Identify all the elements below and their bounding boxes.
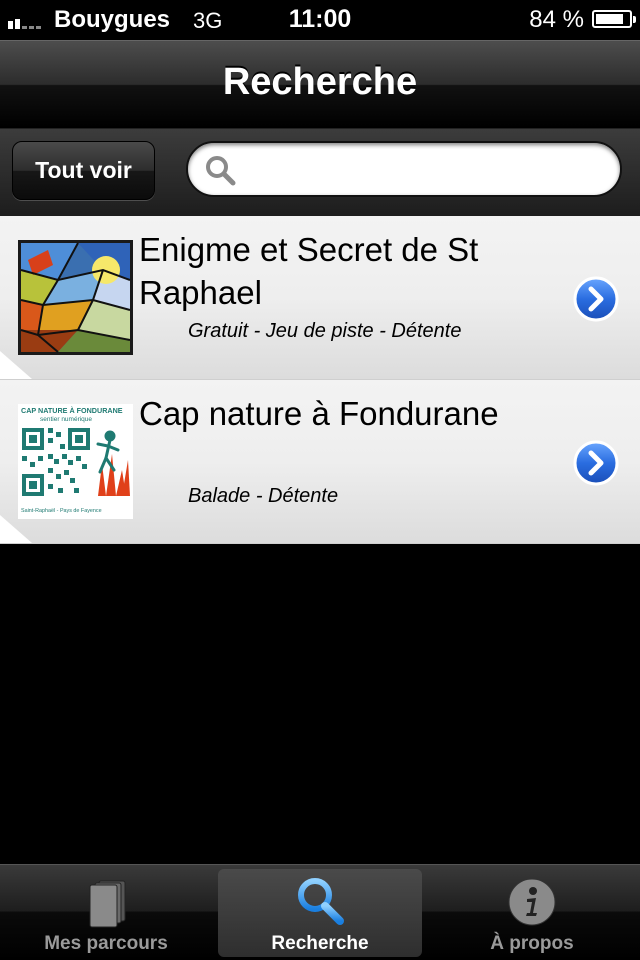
tab-label: Mes parcours [44,933,168,954]
stained-glass-thumbnail [18,240,133,355]
thumbnail-text-mid: sentier numérique [40,416,92,423]
item-title: Cap nature à Fondurane [139,395,499,432]
item-subtitle: Gratuit - Jeu de piste - Détente [188,320,462,342]
corner-fold [0,351,32,379]
info-icon [505,875,559,929]
tab-recherche[interactable]: Recherche [218,869,422,957]
chevron-right-icon[interactable] [573,440,619,486]
thumbnail-text-bottom: Saint-Raphaël - Pays de Fayence [21,508,102,514]
search-field[interactable] [186,141,622,197]
page-title: Recherche [222,61,418,103]
navigation-bar: Recherche [0,40,640,128]
list-item[interactable]: Enigme et Secret de St Raphael Gratuit -… [0,216,640,380]
search-input[interactable] [244,151,604,189]
search-icon [204,154,236,186]
results-list: Enigme et Secret de St Raphael Gratuit -… [0,216,640,544]
screen: Bouygues 3G 11:00 84 % Recherche Tout vo… [0,0,640,960]
battery-icon [592,10,636,28]
pages-icon [79,875,133,929]
thumbnail-text-top: CAP NATURE À FONDURANE [21,406,123,415]
tab-label: Recherche [271,933,369,954]
qr-code-thumbnail: CAP NATURE À FONDURANE sentier numérique [18,404,133,519]
chevron-right-icon[interactable] [573,276,619,322]
tab-bar: Mes parcours Recherche À propos [0,864,640,960]
tab-a-propos[interactable]: À propos [430,869,634,957]
search-bar: Tout voir [0,128,640,216]
search-icon [293,875,347,929]
corner-fold [0,515,32,543]
tab-mes-parcours[interactable]: Mes parcours [4,869,208,957]
item-title: Enigme et Secret de St Raphael [139,231,479,311]
show-all-button[interactable]: Tout voir [12,141,155,200]
item-subtitle: Balade - Détente [188,485,339,507]
tab-label: À propos [490,933,574,954]
battery-percentage: 84 % [529,6,584,33]
status-bar: Bouygues 3G 11:00 84 % [0,0,640,40]
list-item[interactable]: CAP NATURE À FONDURANE sentier numérique [0,380,640,544]
